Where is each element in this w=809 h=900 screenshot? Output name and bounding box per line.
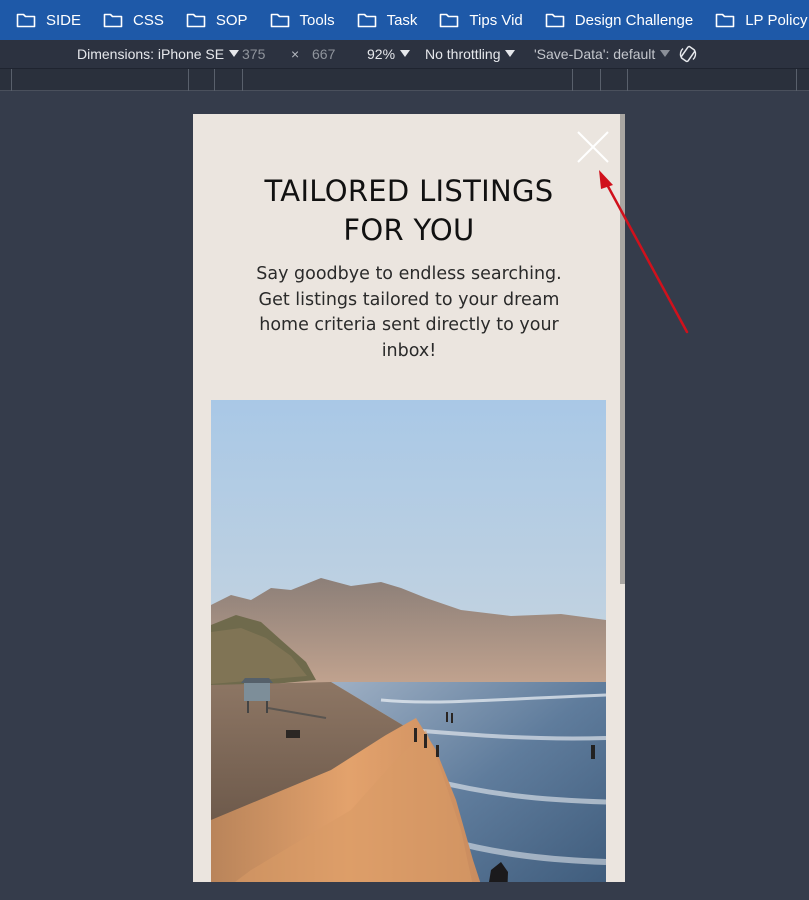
close-icon[interactable]	[576, 130, 610, 164]
bookmark-css[interactable]: CSS	[103, 7, 164, 33]
folder-icon	[270, 13, 289, 28]
folder-icon	[715, 13, 735, 28]
bookmark-sop[interactable]: SOP	[186, 7, 248, 33]
description-line: home criteria sent directly to your	[259, 315, 559, 335]
ruler-tick	[600, 69, 601, 91]
ruler-tick	[627, 69, 628, 91]
ruler-tick	[214, 69, 215, 91]
ruler-tick	[188, 69, 189, 91]
throttling-dropdown[interactable]: No throttling	[425, 46, 515, 62]
ruler-tick	[11, 69, 12, 91]
bookmark-label: SOP	[215, 11, 248, 29]
bookmark-design-challenge[interactable]: Design Challenge	[545, 7, 693, 33]
bookmark-side[interactable]: SIDE	[16, 7, 81, 33]
headline-line: TAILORED LISTINGS	[264, 174, 554, 208]
rotate-icon[interactable]	[678, 44, 698, 64]
ruler-tick	[796, 69, 797, 91]
bookmark-label: Tools	[299, 11, 335, 29]
popup-description: Say goodbye to endless searching. Get li…	[238, 262, 580, 364]
annotation-arrow-icon	[599, 170, 689, 334]
folder-icon	[545, 13, 565, 28]
beach-sunset-photo	[211, 400, 606, 882]
bookmark-label: Tips Vid	[469, 11, 523, 29]
height-input[interactable]: 667	[312, 46, 335, 62]
folder-icon	[440, 13, 459, 28]
bookmark-label: CSS	[133, 11, 164, 29]
folder-icon	[357, 13, 376, 28]
bookmark-lp-policy[interactable]: LP Policy	[715, 7, 807, 33]
times-separator: ×	[291, 46, 300, 62]
width-input[interactable]: 375	[242, 46, 265, 62]
bookmark-label: LP Policy	[745, 11, 808, 29]
bookmarks-bar: SIDE CSS SOP Tools Task Tips Vid Design …	[0, 0, 809, 40]
zoom-dropdown[interactable]: 92%	[367, 46, 410, 62]
folder-icon	[16, 13, 36, 28]
popup-modal: TAILORED LISTINGS FOR YOU Say goodbye to…	[193, 114, 625, 882]
description-line: Get listings tailored to your dream	[258, 289, 560, 310]
save-data-dropdown[interactable]: 'Save-Data': default	[534, 46, 670, 62]
dimensions-dropdown[interactable]: Dimensions: iPhone SE	[77, 46, 239, 62]
description-line: Say goodbye to endless searching.	[256, 264, 562, 284]
folder-icon	[186, 13, 206, 28]
description-line: inbox!	[381, 340, 437, 361]
headline-line: FOR YOU	[343, 213, 475, 247]
bookmark-tools[interactable]: Tools	[270, 7, 335, 33]
ruler-tick	[572, 69, 573, 91]
bookmark-task[interactable]: Task	[357, 7, 418, 33]
media-query-ruler[interactable]	[0, 69, 809, 91]
popup-headline: TAILORED LISTINGS FOR YOU	[223, 172, 595, 250]
folder-icon	[103, 13, 123, 28]
bookmark-label: Design Challenge	[574, 11, 694, 29]
ruler-tick	[242, 69, 243, 91]
device-toolbar: Dimensions: iPhone SE 375 × 667 92% No t…	[0, 40, 809, 69]
bookmark-label: SIDE	[46, 11, 82, 29]
bookmark-tips-vid[interactable]: Tips Vid	[439, 7, 523, 33]
bookmark-label: Task	[386, 11, 418, 29]
